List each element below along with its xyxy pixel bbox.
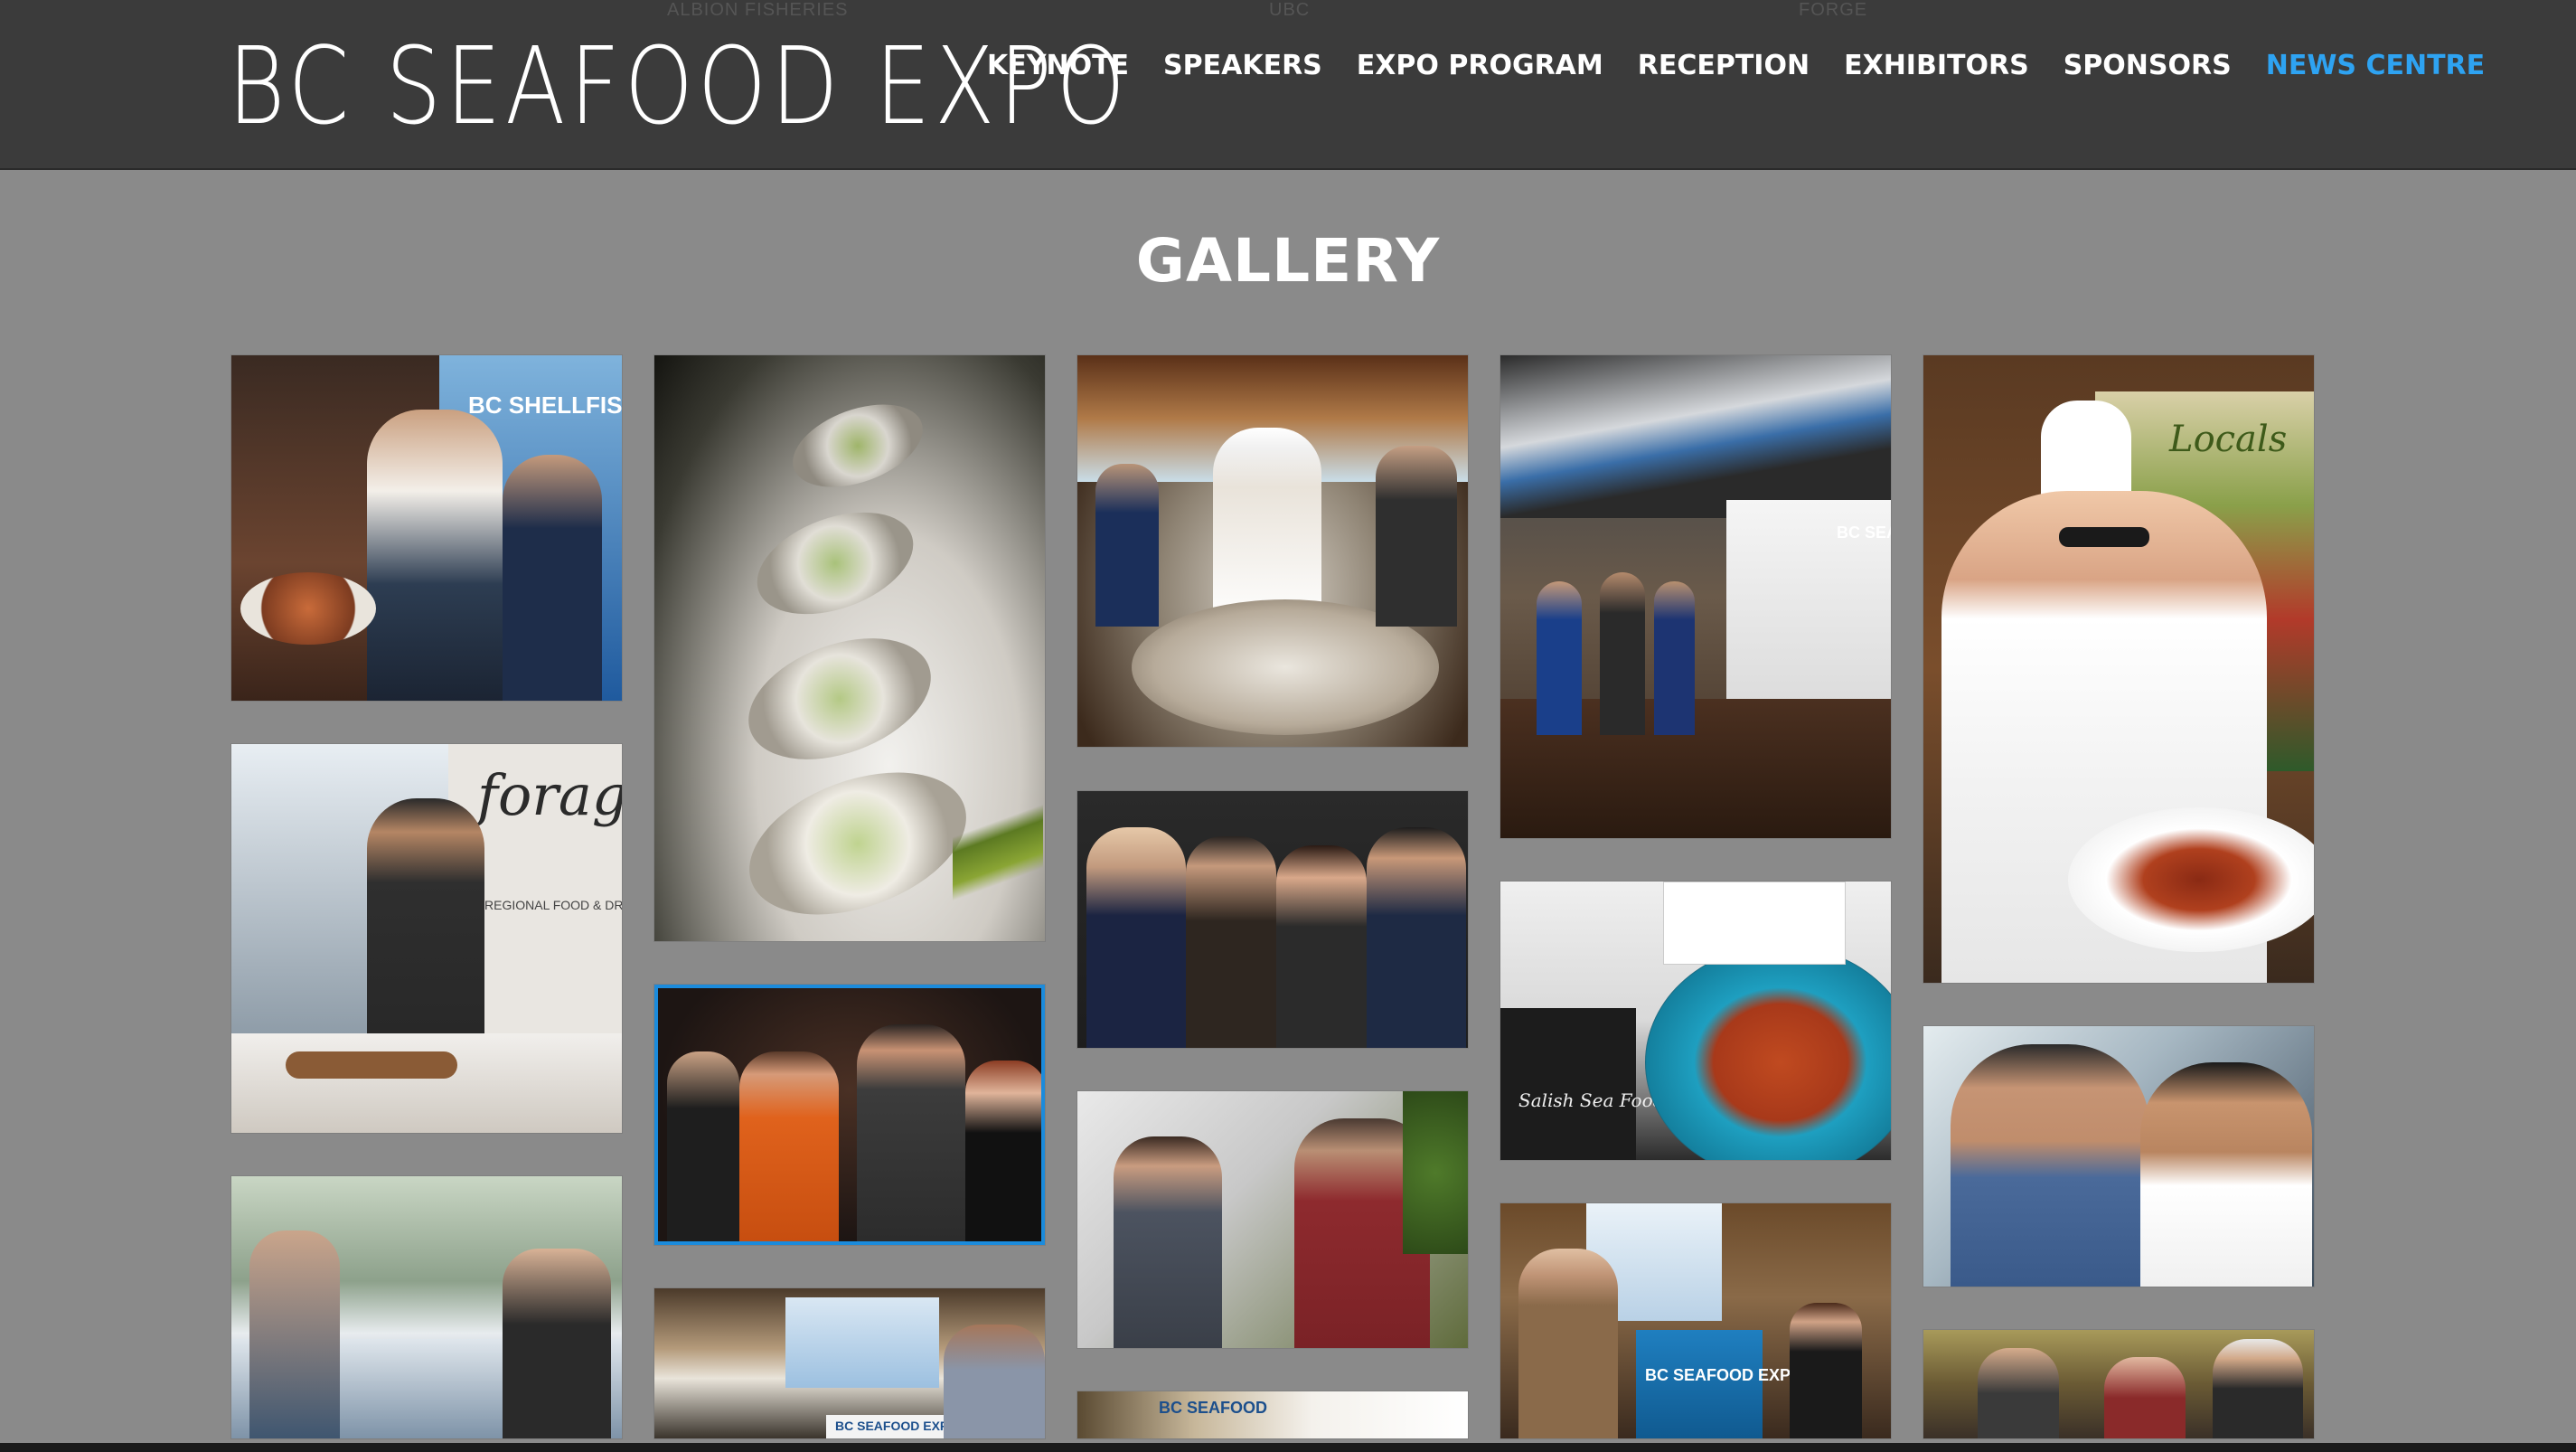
photo-person	[1978, 1348, 2059, 1438]
photo-table	[231, 1033, 622, 1133]
photo-person	[1367, 827, 1466, 1048]
photo-person	[1537, 581, 1582, 735]
photo-person	[667, 1051, 739, 1241]
photo-caption: BC SEA	[1837, 523, 1891, 542]
site-header: ALBION FISHERIES UBC FORGE BC SEAFOOD EX…	[0, 0, 2576, 170]
photo-glasses	[2059, 527, 2149, 547]
nav-item-exhibitors[interactable]: EXHIBITORS	[1844, 45, 2029, 87]
photo-ceiling	[1500, 355, 1891, 518]
photo-person	[2104, 1357, 2186, 1438]
gallery-photo[interactable]: BC SEAFOOD EXPO	[1500, 1203, 1891, 1438]
photo-card	[1500, 1008, 1636, 1160]
gallery-photo[interactable]	[1077, 1091, 1468, 1348]
nav-item-news-centre[interactable]: NEWS CENTRE	[2266, 45, 2485, 87]
gallery-photo[interactable]: BC SEAFOOD	[1077, 1391, 1468, 1438]
photo-caption: forage	[477, 762, 622, 828]
photo-oyster	[729, 745, 986, 941]
gallery-photo[interactable]: BC SHELLFISH &	[231, 355, 622, 701]
bottom-edge	[0, 1443, 2576, 1452]
photo-oyster	[781, 388, 935, 504]
gallery-photo[interactable]: BC SEA	[1500, 355, 1891, 838]
ghost-sponsor-text: FORGE	[1799, 0, 1868, 20]
photo-person	[1086, 827, 1186, 1048]
nav-item-reception[interactable]: RECEPTION	[1638, 45, 1810, 87]
gallery-photo[interactable]	[1077, 355, 1468, 747]
photo-person	[1095, 464, 1159, 627]
photo-person	[1276, 845, 1367, 1048]
photo-dish	[1645, 945, 1891, 1160]
photo-dish	[240, 572, 376, 645]
ghost-sponsor-text: UBC	[1269, 0, 1311, 20]
photo-person	[2140, 1062, 2312, 1287]
gallery-photo[interactable]: BC SEAFOOD EXPO	[654, 1288, 1045, 1438]
gallery-photo[interactable]: Locals	[1923, 355, 2314, 983]
main-nav: KEYNOTE SPEAKERS EXPO PROGRAM RECEPTION …	[987, 45, 2485, 87]
gallery-photo[interactable]	[1923, 1026, 2314, 1287]
nav-item-keynote[interactable]: KEYNOTE	[987, 45, 1129, 87]
gallery-photo[interactable]	[1077, 791, 1468, 1048]
photo-chef	[1213, 428, 1321, 627]
ghost-sponsor-text: ALBION FISHERIES	[667, 0, 849, 20]
photo-person	[367, 410, 503, 701]
photo-person	[503, 1249, 611, 1438]
page-title: GALLERY	[1135, 226, 1441, 296]
gallery-photo[interactable]	[654, 355, 1045, 941]
nav-item-speakers[interactable]: SPEAKERS	[1163, 45, 1322, 87]
gallery-photo[interactable]: Salish Sea Foods	[1500, 882, 1891, 1160]
photo-garnish	[953, 789, 1043, 916]
photo-person	[503, 455, 602, 701]
photo-person	[857, 1024, 965, 1241]
photo-caption: BC SEAFOOD	[1159, 1399, 1268, 1417]
photo-caption: BC SHELLFISH &	[468, 391, 622, 419]
photo-screen	[785, 1297, 939, 1388]
photo-person	[1790, 1303, 1862, 1438]
nav-item-expo-program[interactable]: EXPO PROGRAM	[1357, 45, 1603, 87]
gallery-photo[interactable]	[654, 985, 1045, 1245]
photo-person	[944, 1325, 1045, 1438]
photo-oyster	[731, 615, 948, 783]
photo-person	[739, 1051, 839, 1241]
photo-caption: BC SEAFOOD EXPO	[1645, 1366, 1804, 1384]
photo-person	[1518, 1249, 1618, 1438]
nav-item-sponsors[interactable]: SPONSORS	[2064, 45, 2232, 87]
photo-food	[286, 1051, 457, 1079]
photo-person	[249, 1230, 340, 1438]
photo-caption: BC SEAFOOD EXPO	[835, 1419, 959, 1433]
photo-person	[1114, 1136, 1222, 1348]
photo-sign	[1663, 882, 1846, 965]
photo-person	[2213, 1339, 2303, 1438]
photo-plant	[1403, 1091, 1468, 1254]
photo-person	[1186, 836, 1276, 1048]
photo-person	[965, 1061, 1041, 1241]
photo-person	[1376, 446, 1457, 627]
photo-person	[1951, 1044, 2149, 1287]
photo-person	[1654, 581, 1695, 735]
photo-oyster	[743, 493, 927, 634]
photo-person	[1600, 572, 1645, 735]
gallery-photo[interactable]: forage REGIONAL FOOD & DRINK	[231, 744, 622, 1133]
gallery-photo[interactable]	[1923, 1330, 2314, 1438]
photo-caption: REGIONAL FOOD & DRINK	[484, 898, 622, 912]
photo-dish	[2068, 807, 2314, 952]
photo-caption: Locals	[2169, 419, 2288, 460]
gallery-photo[interactable]	[231, 1176, 622, 1438]
